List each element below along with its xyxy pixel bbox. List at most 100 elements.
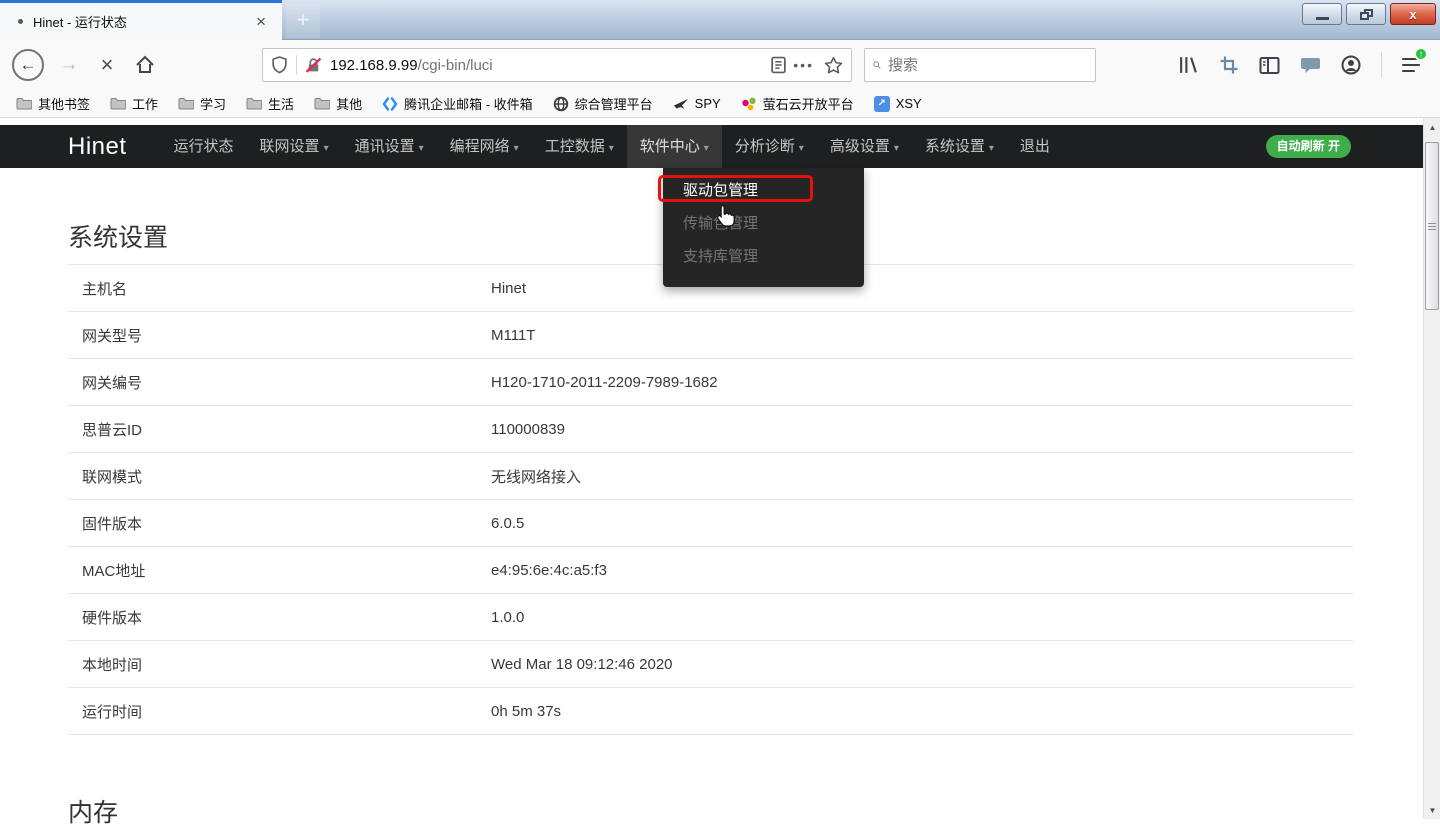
bookmark-label: 其他书签 (38, 94, 90, 113)
bookmark-folder-misc[interactable]: 其他 (306, 92, 370, 115)
nav-item-logout[interactable]: 退出 (1007, 125, 1063, 168)
bookmark-label: SPY (695, 96, 721, 111)
menu-button[interactable] (1402, 55, 1422, 75)
site-navbar: Hinet 运行状态 联网设置▾ 通讯设置▾ 编程网络▾ 工控数据▾ 软件中心▾… (0, 125, 1440, 168)
chevron-down-icon: ▾ (324, 143, 329, 154)
plane-icon (673, 96, 689, 112)
window-close-button[interactable] (1390, 3, 1436, 25)
nav-item-analysis-diagnosis[interactable]: 分析诊断▾ (722, 125, 817, 168)
scrollbar-thumb[interactable] (1425, 142, 1439, 310)
row-label: 本地时间 (68, 654, 491, 675)
bookmark-folder-life[interactable]: 生活 (238, 92, 302, 115)
nav-item-system-settings[interactable]: 系统设置▾ (912, 125, 1007, 168)
bookmark-xsy[interactable]: XSY (866, 94, 930, 114)
bookmark-spy[interactable]: SPY (665, 94, 729, 114)
screenshot-icon[interactable] (1219, 55, 1239, 75)
row-label: 固件版本 (68, 513, 491, 534)
bookmark-folder-work[interactable]: 工作 (102, 92, 166, 115)
nav-item-network-settings[interactable]: 联网设置▾ (247, 125, 342, 168)
table-row: MAC地址e4:95:6e:4c:a5:f3 (68, 546, 1353, 593)
library-icon[interactable] (1178, 55, 1199, 75)
home-button[interactable] (130, 50, 160, 80)
window-restore-button[interactable] (1346, 3, 1386, 25)
nav-item-advanced-settings[interactable]: 高级设置▾ (817, 125, 912, 168)
search-input[interactable] (888, 57, 1087, 74)
auto-refresh-toggle[interactable]: 自动刷新 开 (1266, 135, 1351, 158)
hand-cursor (715, 204, 736, 228)
nav-item-software-center[interactable]: 软件中心▾ (627, 125, 722, 168)
bookmark-label: XSY (896, 96, 922, 111)
chevron-down-icon: ▾ (989, 143, 994, 154)
xsy-icon (874, 96, 890, 112)
row-label: 思普云ID (68, 419, 491, 440)
chevron-down-icon: ▾ (799, 143, 804, 154)
url-text[interactable]: 192.168.9.99/cgi-bin/luci (330, 57, 770, 74)
scroll-down-arrow-icon[interactable] (1424, 803, 1440, 819)
row-value: 6.0.5 (491, 515, 1353, 532)
search-bar[interactable] (864, 48, 1096, 82)
menu-item-support-library-mgmt[interactable]: 支持库管理 (663, 240, 864, 273)
page-scrollbar[interactable] (1423, 118, 1440, 819)
row-label: 主机名 (68, 278, 491, 299)
row-value: 110000839 (491, 421, 1353, 438)
tab-close-icon[interactable] (250, 11, 272, 32)
memory-section-title: 内存 (68, 793, 1353, 829)
globe-icon (553, 96, 569, 112)
row-value: Hinet (491, 280, 1353, 297)
tracking-shield-icon[interactable] (271, 56, 288, 74)
site-logo[interactable]: Hinet (68, 133, 127, 161)
reader-mode-icon[interactable] (770, 56, 787, 74)
row-label: 硬件版本 (68, 607, 491, 628)
bookmark-folder-study[interactable]: 学习 (170, 92, 234, 115)
folder-icon (246, 96, 262, 112)
table-row: 运行时间0h 5m 37s (68, 687, 1353, 734)
nav-item-comm-settings[interactable]: 通讯设置▾ (342, 125, 437, 168)
bookmark-label: 其他 (336, 94, 362, 113)
row-label: 网关编号 (68, 372, 491, 393)
bookmark-star-icon[interactable] (824, 56, 843, 75)
url-path: /cgi-bin/luci (418, 57, 493, 74)
url-bar[interactable]: 192.168.9.99/cgi-bin/luci (262, 48, 852, 82)
software-center-dropdown: 驱动包管理 传输包管理 支持库管理 (663, 168, 864, 287)
tab-title: Hinet - 运行状态 (33, 12, 250, 31)
bookmark-tencent-exmail[interactable]: 腾讯企业邮箱 - 收件箱 (374, 92, 541, 115)
menu-item-driver-package-mgmt[interactable]: 驱动包管理 (663, 174, 864, 207)
stop-button[interactable] (92, 50, 122, 80)
bookmark-label: 生活 (268, 94, 294, 113)
chevron-down-icon: ▾ (514, 143, 519, 154)
bookmark-mgmt-platform[interactable]: 综合管理平台 (545, 92, 661, 115)
page-actions-icon[interactable] (793, 57, 814, 73)
table-row: 网关型号M111T (68, 311, 1353, 358)
nav-item-industrial-data[interactable]: 工控数据▾ (532, 125, 627, 168)
browser-tab[interactable]: Hinet - 运行状态 (0, 0, 282, 40)
row-label: MAC地址 (68, 560, 491, 581)
new-tab-button[interactable] (286, 4, 320, 38)
nav-item-programming-network[interactable]: 编程网络▾ (437, 125, 532, 168)
chevron-down-icon: ▾ (894, 143, 899, 154)
sidebar-icon[interactable] (1259, 56, 1280, 75)
chat-extension-icon[interactable] (1300, 56, 1321, 75)
folder-icon (110, 96, 126, 112)
url-host: 192.168.9.99 (330, 57, 418, 74)
scroll-up-arrow-icon[interactable] (1424, 120, 1440, 136)
bookmark-ezviz-platform[interactable]: 萤石云开放平台 (733, 92, 862, 115)
row-value: 1.0.0 (491, 609, 1353, 626)
chevron-down-icon: ▾ (609, 143, 614, 154)
folder-icon (16, 96, 32, 112)
chevron-down-icon: ▾ (419, 143, 424, 154)
insecure-lock-icon[interactable] (305, 57, 322, 74)
browser-toolbar: 192.168.9.99/cgi-bin/luci (0, 40, 1440, 90)
back-button[interactable] (12, 49, 44, 81)
menu-item-transfer-package-mgmt[interactable]: 传输包管理 (663, 207, 864, 240)
window-minimize-button[interactable] (1302, 3, 1342, 25)
row-label: 联网模式 (68, 466, 491, 487)
nav-item-run-status[interactable]: 运行状态 (161, 125, 247, 168)
row-value: M111T (491, 327, 1353, 344)
forward-button[interactable] (54, 50, 84, 80)
bookmark-folder-other-bookmarks[interactable]: 其他书签 (8, 92, 98, 115)
bookmark-label: 腾讯企业邮箱 - 收件箱 (404, 94, 533, 113)
page-content: 系统设置 主机名Hinet 网关型号M111T 网关编号H120-1710-20… (0, 218, 1440, 829)
restore-icon (1360, 9, 1373, 20)
account-icon[interactable] (1341, 55, 1361, 75)
table-row: 网关编号H120-1710-2011-2209-7989-1682 (68, 358, 1353, 405)
